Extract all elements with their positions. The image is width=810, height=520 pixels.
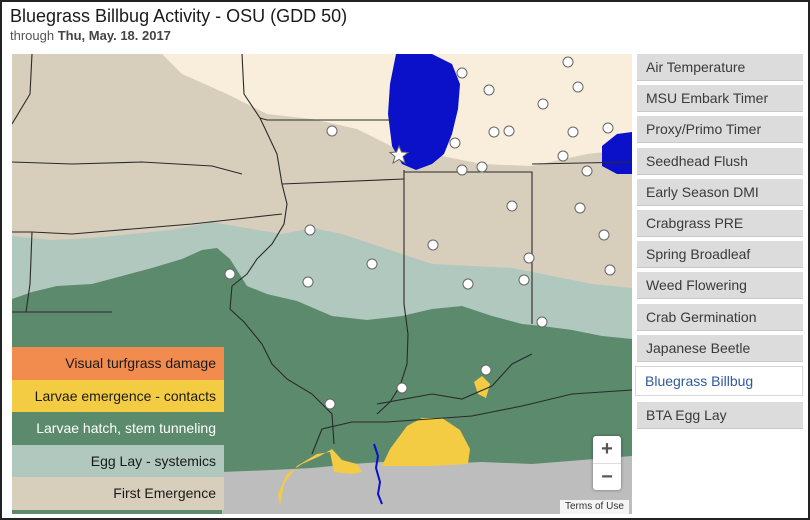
sidebar-item-spring-broadleaf[interactable]: Spring Broadleaf bbox=[637, 241, 803, 269]
station-marker[interactable] bbox=[567, 126, 579, 138]
station-marker[interactable] bbox=[604, 264, 616, 276]
legend-item-egg-lay: Egg Lay - systemics bbox=[12, 444, 224, 478]
station-marker[interactable] bbox=[324, 398, 336, 410]
zoom-out-button[interactable]: − bbox=[593, 463, 621, 491]
station-marker[interactable] bbox=[572, 81, 584, 93]
station-marker[interactable] bbox=[396, 382, 408, 394]
station-marker[interactable] bbox=[304, 224, 316, 236]
sidebar-item-crab-germination[interactable]: Crab Germination bbox=[637, 303, 803, 331]
station-marker[interactable] bbox=[462, 278, 474, 290]
station-marker[interactable] bbox=[518, 274, 530, 286]
station-marker[interactable] bbox=[456, 67, 468, 79]
station-marker[interactable] bbox=[449, 137, 461, 149]
station-marker[interactable] bbox=[326, 125, 338, 137]
station-marker[interactable] bbox=[480, 364, 492, 376]
station-marker[interactable] bbox=[366, 258, 378, 270]
page-title: Bluegrass Billbug Activity - OSU (GDD 50… bbox=[10, 6, 348, 26]
sidebar-item-bta-egg-lay[interactable]: BTA Egg Lay bbox=[637, 401, 803, 429]
station-marker[interactable] bbox=[523, 252, 535, 264]
station-marker[interactable] bbox=[476, 161, 488, 173]
zoom-in-button[interactable]: + bbox=[593, 436, 621, 463]
legend-item-larvae-emergence: Larvae emergence - contacts bbox=[12, 379, 224, 413]
station-marker[interactable] bbox=[427, 239, 439, 251]
station-marker[interactable] bbox=[506, 200, 518, 212]
station-marker[interactable] bbox=[574, 202, 586, 214]
sidebar-item-msu-embark-timer[interactable]: MSU Embark Timer bbox=[637, 85, 803, 113]
station-marker[interactable] bbox=[602, 122, 614, 134]
model-sidebar: Air Temperature MSU Embark Timer Proxy/P… bbox=[635, 54, 803, 433]
sidebar-item-seedhead-flush[interactable]: Seedhead Flush bbox=[637, 147, 803, 175]
legend-item-larvae-hatch: Larvae hatch, stem tunneling bbox=[12, 412, 224, 445]
station-marker[interactable] bbox=[224, 268, 236, 280]
sidebar-item-bluegrass-billbug[interactable]: Bluegrass Billbug bbox=[635, 365, 803, 396]
legend-label: Larvae emergence - contacts bbox=[34, 387, 216, 404]
page-subtitle: through Thu, May. 18. 2017 bbox=[10, 28, 171, 43]
subtitle-date: Thu, May. 18. 2017 bbox=[57, 28, 171, 43]
station-marker[interactable] bbox=[537, 98, 549, 110]
legend-item-first-emergence: First Emergence bbox=[12, 477, 224, 510]
station-marker[interactable] bbox=[562, 56, 574, 68]
station-marker[interactable] bbox=[488, 126, 500, 138]
station-marker[interactable] bbox=[598, 229, 610, 241]
legend-item-visual-damage: Visual turfgrass damage bbox=[12, 347, 224, 380]
station-marker[interactable] bbox=[557, 150, 569, 162]
zoom-control: + − bbox=[593, 436, 621, 490]
subtitle-prefix: through bbox=[10, 28, 55, 43]
terms-of-use-link[interactable]: Terms of Use bbox=[560, 500, 629, 514]
station-marker[interactable] bbox=[302, 276, 314, 288]
map-legend: Visual turfgrass damage Larvae emergence… bbox=[12, 347, 224, 510]
sidebar-item-weed-flowering[interactable]: Weed Flowering bbox=[637, 272, 803, 300]
station-marker[interactable] bbox=[483, 84, 495, 96]
station-marker[interactable] bbox=[503, 125, 515, 137]
sidebar-item-proxy-primo-timer[interactable]: Proxy/Primo Timer bbox=[637, 116, 803, 144]
legend-label: Larvae hatch, stem tunneling bbox=[36, 420, 216, 437]
sidebar-item-crabgrass-pre[interactable]: Crabgrass PRE bbox=[637, 209, 803, 237]
legend-label: Egg Lay - systemics bbox=[90, 452, 216, 469]
station-marker[interactable] bbox=[456, 164, 468, 176]
station-marker[interactable] bbox=[536, 316, 548, 328]
legend-label: First Emergence bbox=[113, 485, 216, 502]
sidebar-item-early-season-dmi[interactable]: Early Season DMI bbox=[637, 178, 803, 206]
legend-label: Visual turfgrass damage bbox=[65, 355, 216, 371]
station-marker[interactable] bbox=[581, 165, 593, 177]
sidebar-item-air-temperature[interactable]: Air Temperature bbox=[637, 54, 803, 81]
sidebar-item-japanese-beetle[interactable]: Japanese Beetle bbox=[637, 334, 803, 362]
